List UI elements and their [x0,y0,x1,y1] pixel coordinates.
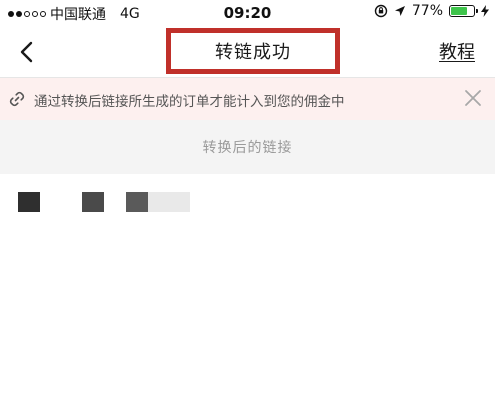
notice-text: 通过转换后链接所生成的订单才能计入到您的佣金中 [34,94,345,110]
nav-bar: 转链成功 教程 [0,26,495,78]
status-bar: 中国联通 4G 09:20 77% [0,0,495,26]
conversion-success-screen: 中国联通 4G 09:20 77% 转链成功 教程 通过转换后链接所生成的订单才… [0,0,495,407]
converted-link-field[interactable]: 转换后的链接 [0,120,495,174]
battery-percent: 77% [411,3,443,19]
charging-bolt-icon [481,5,489,17]
back-button[interactable] [10,36,42,68]
share-option-icon[interactable] [126,192,148,212]
link-icon [9,91,25,107]
converted-link-label: 转换后的链接 [202,140,293,156]
rotation-lock-icon [374,4,388,18]
battery-icon [449,5,478,17]
share-option-icon[interactable] [18,192,40,212]
tutorial-link[interactable]: 教程 [439,38,475,64]
share-option-icon[interactable] [82,192,104,212]
title-highlight-box: 转链成功 [166,28,340,74]
location-arrow-icon [394,6,405,16]
close-icon[interactable] [463,88,483,108]
notice-banner: 通过转换后链接所生成的订单才能计入到您的佣金中 [0,78,495,120]
share-option-placeholder [148,192,190,212]
page-title: 转链成功 [215,42,291,63]
chevron-left-icon [20,41,33,63]
status-right: 77% [374,3,489,19]
